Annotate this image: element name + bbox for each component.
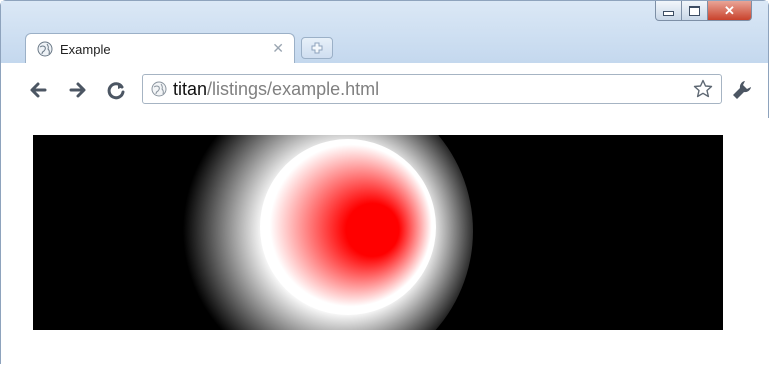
radial-gradient-drawing: [33, 135, 723, 330]
minimize-button[interactable]: [655, 1, 682, 21]
close-window-button[interactable]: ✕: [708, 1, 752, 21]
globe-icon: [151, 81, 167, 97]
title-bar: ✕ Example ✕: [1, 1, 768, 63]
minimize-icon: [663, 11, 674, 16]
arrow-left-icon[interactable]: [27, 79, 49, 101]
wrench-icon[interactable]: [731, 79, 753, 101]
close-window-icon: ✕: [724, 3, 735, 18]
url-host: titan: [173, 79, 208, 99]
tab-example[interactable]: Example ✕: [25, 33, 295, 63]
browser-window: ✕ Example ✕ titan/listings/example.html: [0, 0, 769, 365]
maximize-button[interactable]: [682, 1, 708, 21]
inner-gradient-circle: [260, 139, 436, 315]
new-tab-button[interactable]: [301, 37, 333, 59]
arrow-right-icon[interactable]: [67, 79, 89, 101]
tab-title: Example: [60, 42, 111, 57]
reload-icon[interactable]: [105, 79, 127, 101]
page-content: [1, 118, 769, 365]
address-bar[interactable]: titan/listings/example.html: [142, 74, 722, 104]
address-url: titan/listings/example.html: [173, 79, 379, 100]
globe-icon: [37, 41, 53, 57]
canvas-element: [33, 135, 723, 330]
close-icon[interactable]: ✕: [272, 40, 284, 57]
url-path: /listings/example.html: [207, 79, 380, 99]
plus-icon: [311, 42, 323, 54]
star-icon[interactable]: [693, 79, 713, 99]
browser-toolbar: titan/listings/example.html: [1, 63, 768, 119]
window-controls: ✕: [655, 1, 752, 25]
maximize-icon: [689, 5, 700, 16]
